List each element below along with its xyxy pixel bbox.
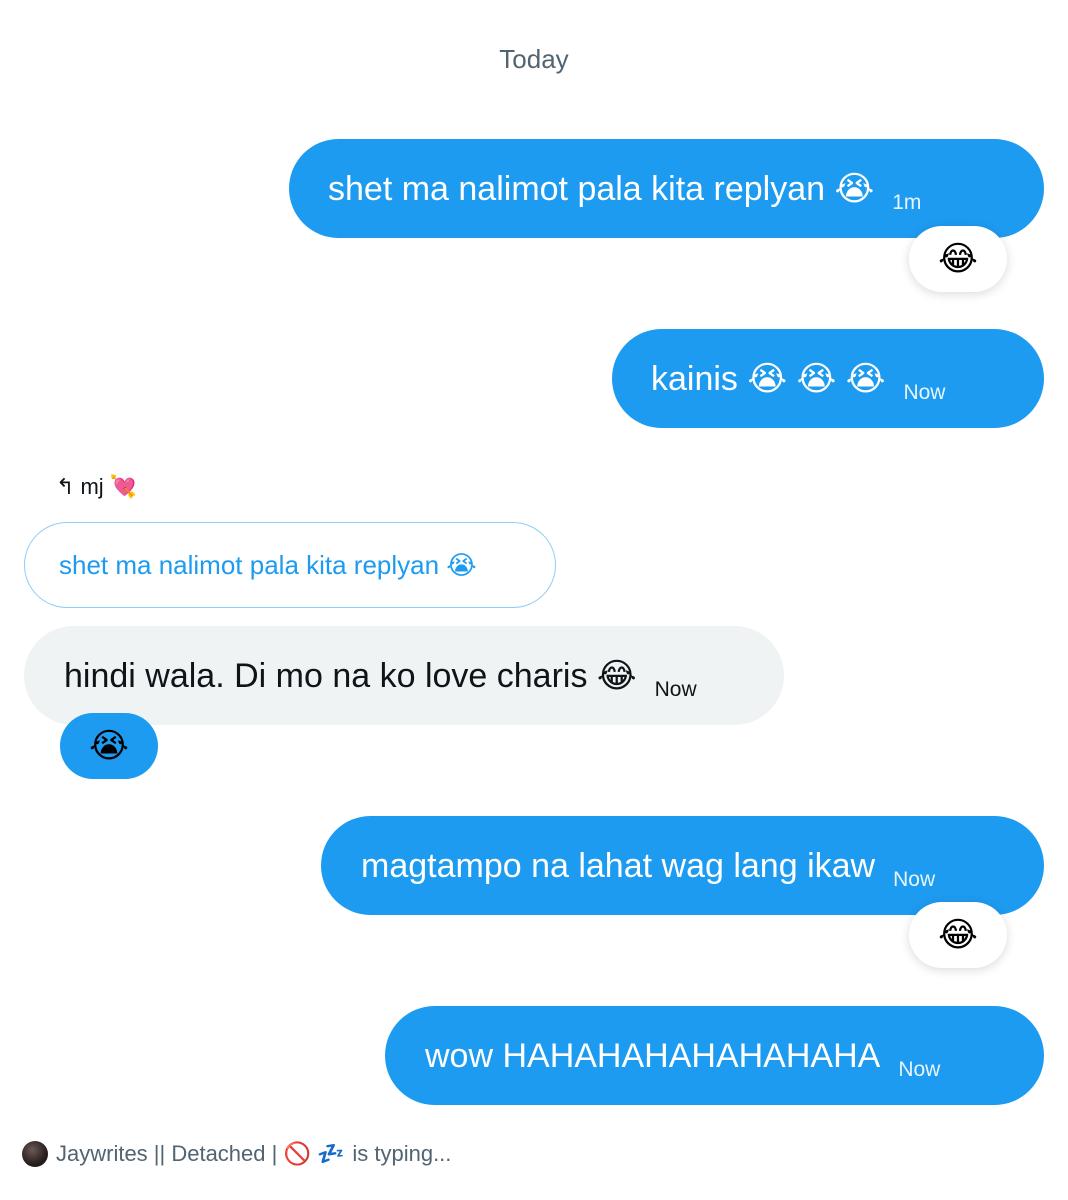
reaction-badge[interactable]: 😂: [909, 226, 1007, 292]
message-timestamp: Now: [893, 867, 936, 891]
message-timestamp: 1m: [892, 190, 922, 214]
date-separator: Today: [499, 44, 569, 74]
avatar: [22, 1141, 48, 1167]
incoming-message-bubble[interactable]: hindi wala. Di mo na ko love charis 😂 No…: [24, 626, 784, 725]
message-text: kainis 😭 😭 😭: [651, 359, 886, 398]
typing-status: is typing...: [352, 1141, 452, 1166]
message-timestamp: Now: [898, 1057, 941, 1081]
reaction-badge[interactable]: 😂: [909, 902, 1007, 968]
quoted-message[interactable]: shet ma nalimot pala kita replyan 😭: [24, 522, 556, 608]
message-text: magtampo na lahat wag lang ikaw: [361, 846, 876, 885]
message-timestamp: Now: [654, 677, 697, 701]
outgoing-message-bubble[interactable]: kainis 😭 😭 😭 Now: [612, 329, 1044, 428]
reaction-badge[interactable]: 😭: [60, 713, 158, 779]
reply-arrow-icon: ↰: [56, 474, 75, 499]
outgoing-message-bubble[interactable]: shet ma nalimot pala kita replyan 😭 1m: [289, 139, 1044, 238]
reply-to-name: mj 💘: [80, 474, 138, 499]
outgoing-message-bubble[interactable]: magtampo na lahat wag lang ikaw Now: [321, 816, 1044, 915]
outgoing-message-bubble[interactable]: wow HAHAHAHAHAHAHAHA Now: [385, 1006, 1044, 1105]
message-timestamp: Now: [903, 380, 946, 404]
message-text: shet ma nalimot pala kita replyan 😭: [328, 169, 875, 208]
reply-context-label: ↰ mj 💘: [56, 474, 137, 500]
message-text: wow HAHAHAHAHAHAHAHA: [425, 1036, 881, 1075]
typing-user-name: Jaywrites || Detached | 🚫 💤: [56, 1141, 345, 1166]
message-text: hindi wala. Di mo na ko love charis 😂: [64, 656, 637, 695]
typing-indicator: Jaywrites || Detached | 🚫 💤 is typing...: [22, 1141, 451, 1167]
